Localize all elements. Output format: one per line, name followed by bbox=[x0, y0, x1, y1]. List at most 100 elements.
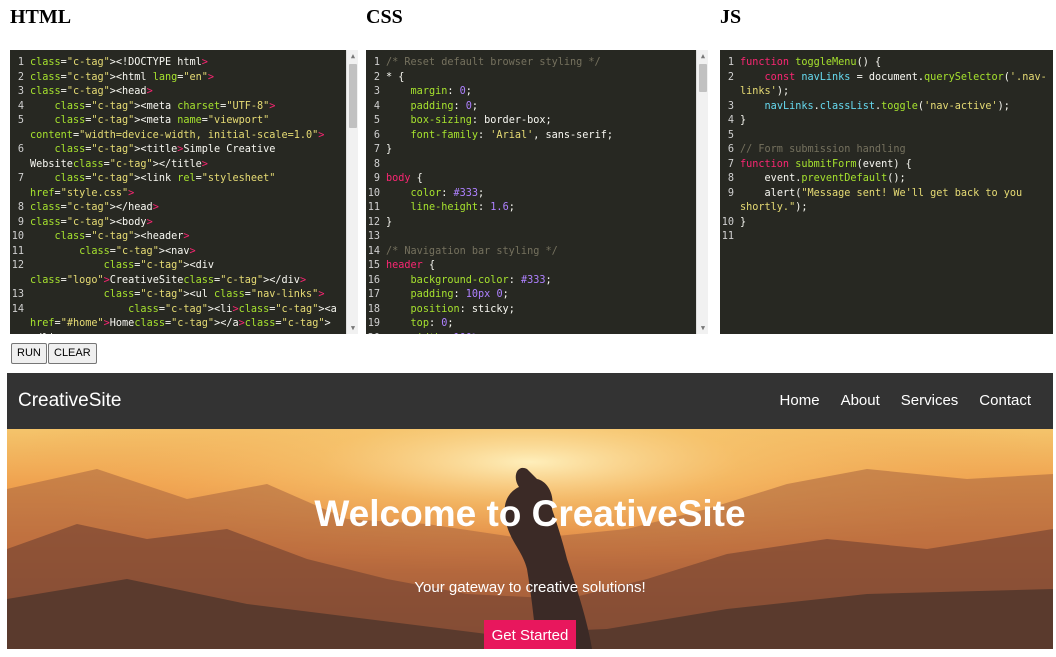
css-code-line[interactable]: 20 width: 100%; bbox=[366, 332, 696, 335]
html-code-line[interactable]: 5 class="c-tag"><meta name="viewport" co… bbox=[10, 114, 346, 143]
css-code-line[interactable]: 16 background-color: #333; bbox=[366, 274, 696, 289]
line-number: 4 bbox=[727, 115, 734, 126]
line-number: 1 bbox=[17, 57, 24, 68]
css-code-line[interactable]: 15 header { bbox=[366, 259, 696, 274]
css-code-line[interactable]: 2 * { bbox=[366, 71, 696, 86]
css-code-line[interactable]: 11 line-height: 1.6; bbox=[366, 201, 696, 216]
js-code-line[interactable]: 5 bbox=[720, 129, 1053, 144]
run-button[interactable]: RUN bbox=[11, 343, 47, 364]
css-code-line[interactable]: 19 top: 0; bbox=[366, 317, 696, 332]
scroll-up-icon[interactable]: ▲ bbox=[347, 50, 358, 62]
nav-link-home[interactable]: Home bbox=[780, 392, 820, 409]
code-text: /* Navigation bar styling */ bbox=[386, 245, 558, 257]
code-text: function toggleMenu() { bbox=[740, 57, 882, 68]
html-code-line[interactable]: 9 class="c-tag"><body> bbox=[10, 216, 346, 231]
js-code-area[interactable]: 1 function toggleMenu() {2 const navLinks… bbox=[720, 56, 1053, 245]
line-number: 13 bbox=[367, 231, 380, 242]
css-code-line[interactable]: 12} bbox=[366, 216, 696, 231]
css-code-line[interactable]: 10 color: #333; bbox=[366, 187, 696, 202]
code-text: class="c-tag"><!DOCTYPE html> bbox=[30, 57, 208, 68]
css-code-line[interactable]: 5 box-sizing: border-box; bbox=[366, 114, 696, 129]
css-code-line[interactable]: 4 padding: 0; bbox=[366, 100, 696, 115]
css-editor[interactable]: 1 /* Reset default browser styling */ 2 * {… bbox=[366, 50, 708, 334]
nav-link-services[interactable]: Services bbox=[901, 392, 959, 409]
css-code-line[interactable]: 3 margin: 0; bbox=[366, 85, 696, 100]
nav-link-about[interactable]: About bbox=[841, 392, 880, 409]
line-number: 10 bbox=[367, 187, 380, 199]
line-number: 10 bbox=[721, 216, 734, 228]
js-code-line[interactable]: 8 event.preventDefault(); bbox=[720, 172, 1053, 187]
js-code-line[interactable]: 2 const navLinks = document.querySelecto… bbox=[720, 71, 1053, 100]
html-code-line[interactable]: 10 class="c-tag"><header> bbox=[10, 230, 346, 245]
html-code-line[interactable]: 13 class="c-tag"><ul class="nav-links"> bbox=[10, 288, 346, 303]
code-text: // Form submission handling bbox=[740, 144, 906, 155]
css-code-line[interactable]: 7} bbox=[366, 143, 696, 158]
line-number: 14 bbox=[11, 303, 24, 315]
code-text: class="c-tag"><ul class="nav-links"> bbox=[103, 289, 325, 300]
html-code-line[interactable]: 2 class="c-tag"><html lang="en"> bbox=[10, 71, 346, 86]
code-text: const navLinks = document.querySelector(… bbox=[740, 71, 1047, 98]
html-code-line[interactable]: 4 class="c-tag"><meta charset="UTF-8"> bbox=[10, 100, 346, 115]
html-code-line[interactable]: 8 class="c-tag"></head> bbox=[10, 201, 346, 216]
line-number: 7 bbox=[727, 158, 734, 170]
css-code-line[interactable]: 6 font-family: 'Arial', sans-serif; bbox=[366, 129, 696, 144]
nav-link-contact[interactable]: Contact bbox=[979, 392, 1031, 409]
site-logo[interactable]: CreativeSite bbox=[18, 390, 122, 412]
css-code-line[interactable]: 13 bbox=[366, 230, 696, 245]
code-text: background-color: #333; bbox=[410, 274, 552, 286]
clear-button[interactable]: CLEAR bbox=[48, 343, 97, 364]
css-panel-title: CSS bbox=[366, 6, 403, 28]
html-code-line[interactable]: 14 class="c-tag"><li>class="c-tag"><a hr… bbox=[10, 303, 346, 335]
line-number: 7 bbox=[17, 173, 24, 184]
js-code-line[interactable]: 10} bbox=[720, 216, 1053, 231]
html-editor[interactable]: 1 class="c-tag"><!DOCTYPE html> 2 class="c-… bbox=[10, 50, 358, 334]
code-text: top: 0; bbox=[410, 318, 454, 329]
css-code-line[interactable]: 18 position: sticky; bbox=[366, 303, 696, 318]
line-number: 3 bbox=[373, 86, 380, 97]
js-code-line[interactable]: 1 function toggleMenu() { bbox=[720, 56, 1053, 71]
html-code-line[interactable]: 12 class="c-tag"><div class="logo">Creat… bbox=[10, 259, 346, 288]
css-code-line[interactable]: 14 /* Navigation bar styling */ bbox=[366, 245, 696, 260]
line-number: 11 bbox=[721, 231, 734, 242]
js-code-line[interactable]: 9 alert("Message sent! We'll get back to… bbox=[720, 187, 1053, 216]
code-text: color: #333; bbox=[410, 187, 485, 199]
html-code-area[interactable]: 1 class="c-tag"><!DOCTYPE html> 2 class="c-… bbox=[10, 56, 346, 334]
code-text: class="c-tag"><head> bbox=[30, 86, 153, 97]
code-text: class="c-tag"><li>class="c-tag"><a href=… bbox=[30, 303, 343, 335]
line-number: 4 bbox=[373, 100, 380, 112]
get-started-button[interactable]: Get Started bbox=[484, 620, 576, 649]
js-code-line[interactable]: 7 function submitForm(event) { bbox=[720, 158, 1053, 173]
code-text: class="c-tag"><link rel="stylesheet" hre… bbox=[30, 173, 276, 199]
html-code-line[interactable]: 1 class="c-tag"><!DOCTYPE html> bbox=[10, 56, 346, 71]
css-code-area[interactable]: 1 /* Reset default browser styling */ 2 * {… bbox=[366, 56, 696, 334]
css-code-line[interactable]: 17 padding: 10px 0; bbox=[366, 288, 696, 303]
html-editor-scrollbar[interactable]: ▲ ▼ bbox=[346, 50, 358, 334]
hero-title: Welcome to CreativeSite bbox=[314, 493, 746, 534]
scroll-down-icon[interactable]: ▼ bbox=[697, 322, 708, 334]
html-code-line[interactable]: 3 class="c-tag"><head> bbox=[10, 85, 346, 100]
line-number: 15 bbox=[367, 260, 380, 271]
js-code-line[interactable]: 11 bbox=[720, 230, 1053, 245]
scroll-thumb[interactable] bbox=[349, 64, 357, 128]
scroll-down-icon[interactable]: ▼ bbox=[347, 322, 358, 334]
code-text: class="c-tag"><header> bbox=[54, 231, 190, 242]
code-text: } bbox=[740, 115, 747, 126]
js-code-line[interactable]: 3 navLinks.classList.toggle('nav-active'… bbox=[720, 100, 1053, 115]
js-code-line[interactable]: 6 // Form submission handling bbox=[720, 143, 1053, 158]
html-code-line[interactable]: 6 class="c-tag"><title>Simple Creative W… bbox=[10, 143, 346, 172]
site-nav: Home About Services Contact bbox=[759, 392, 1031, 410]
html-code-line[interactable]: 11 class="c-tag"><nav> bbox=[10, 245, 346, 260]
scroll-thumb[interactable] bbox=[699, 64, 707, 92]
hero-subtitle: Your gateway to creative solutions! bbox=[414, 579, 646, 596]
css-editor-scrollbar[interactable]: ▲ ▼ bbox=[696, 50, 708, 334]
js-editor[interactable]: 1 function toggleMenu() {2 const navLinks… bbox=[720, 50, 1053, 334]
line-number: 9 bbox=[727, 187, 734, 199]
js-code-line[interactable]: 4} bbox=[720, 114, 1053, 129]
scroll-up-icon[interactable]: ▲ bbox=[697, 50, 708, 62]
css-code-line[interactable]: 8 bbox=[366, 158, 696, 173]
css-code-line[interactable]: 1 /* Reset default browser styling */ bbox=[366, 56, 696, 71]
html-code-line[interactable]: 7 class="c-tag"><link rel="stylesheet" h… bbox=[10, 172, 346, 201]
css-code-line[interactable]: 9 body { bbox=[366, 172, 696, 187]
